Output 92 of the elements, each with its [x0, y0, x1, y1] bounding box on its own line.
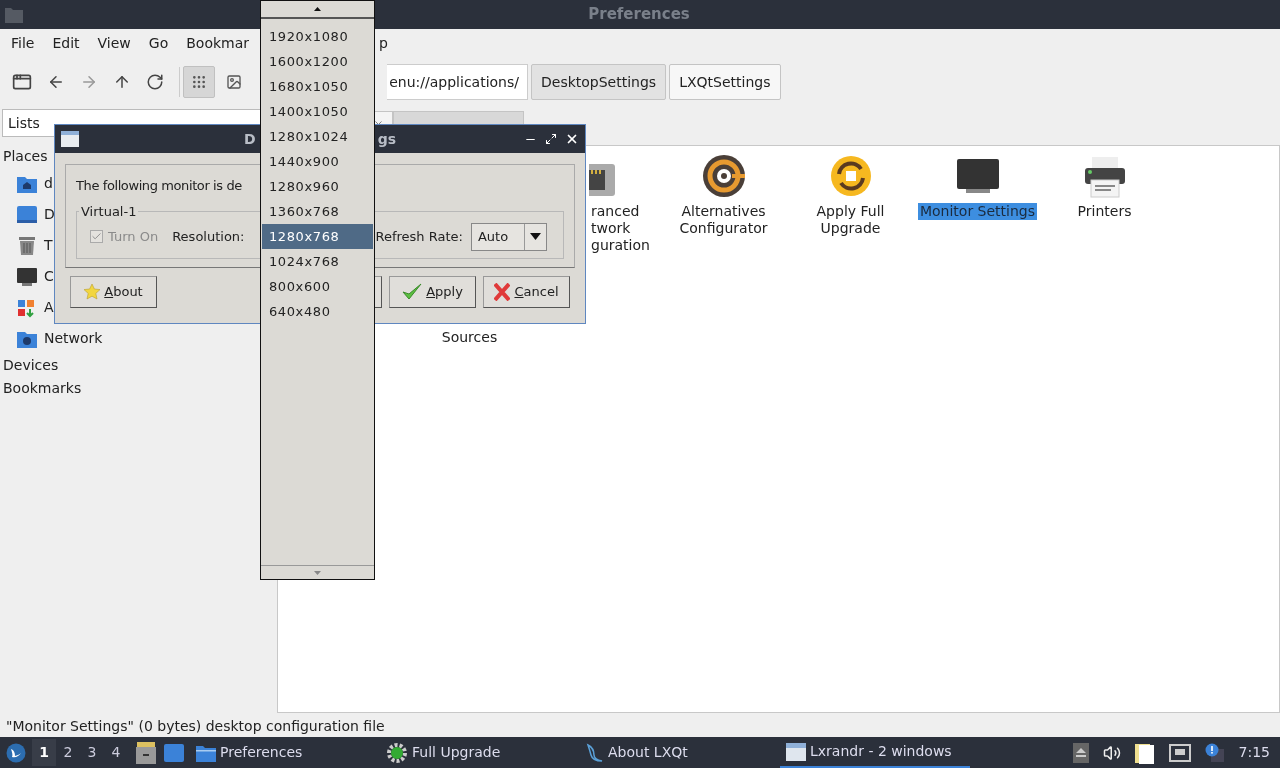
path-field[interactable]: enu://applications/: [387, 64, 528, 100]
checkmark-icon: [91, 231, 102, 242]
resolution-option[interactable]: 1360x768: [262, 199, 373, 224]
sidebar-item[interactable]: Network: [0, 323, 105, 354]
cross-icon: [494, 283, 511, 301]
notification-icon[interactable]: [1204, 742, 1225, 763]
sidebar-item[interactable]: d: [0, 168, 55, 199]
desktop-switch-button[interactable]: 1: [32, 739, 56, 766]
sidebar-item[interactable]: D: [0, 199, 57, 230]
resolution-option[interactable]: 1024x768: [262, 249, 373, 274]
refresh-rate-dropdown[interactable]: Auto: [470, 222, 547, 251]
taskbar-button[interactable]: Preferences: [190, 737, 380, 768]
window-title: Preferences: [588, 4, 690, 26]
menu-item[interactable]: View: [88, 32, 140, 54]
desktop-switch-button[interactable]: 3: [80, 739, 104, 766]
gear-icon: [386, 741, 408, 764]
network-icon[interactable]: [1168, 743, 1191, 762]
apply-button[interactable]: Apply: [389, 276, 476, 308]
icon-view-button[interactable]: [183, 66, 215, 98]
start-menu-icon[interactable]: [6, 742, 26, 763]
menu-item[interactable]: Bookmar: [177, 32, 259, 54]
dropdown-arrow-icon: [529, 233, 541, 240]
close-icon[interactable]: [565, 132, 579, 146]
taskbar-button[interactable]: About LXQt: [580, 737, 780, 768]
file-label[interactable]: Printers: [1075, 203, 1134, 220]
desktop-switch-button[interactable]: 2: [56, 739, 80, 766]
folder-icon: [5, 6, 23, 23]
sidebar-item[interactable]: C: [0, 261, 56, 292]
taskbar-button[interactable]: Full Upgrade: [380, 737, 580, 768]
resolution-option[interactable]: 640x480: [262, 299, 373, 324]
sidebar-section[interactable]: Devices: [0, 354, 62, 377]
window-icon: [786, 742, 806, 761]
file-label[interactable]: Sources: [439, 329, 500, 346]
sidebar-section[interactable]: Places: [0, 145, 51, 168]
resolution-option[interactable]: 1280x960: [262, 174, 373, 199]
path-button[interactable]: DesktopSettings: [531, 64, 667, 100]
grid-icon: [191, 74, 207, 90]
star-icon: [84, 284, 101, 300]
checkbox-label: Turn On: [108, 227, 159, 246]
new-tab-icon[interactable]: [12, 72, 32, 92]
resolution-option[interactable]: 800x600: [262, 274, 373, 299]
circle-logo-icon: [701, 154, 746, 198]
about-button[interactable]: About: [70, 276, 157, 308]
desktop-icon: [16, 204, 38, 225]
folder-icon: [196, 743, 216, 762]
monitor-icon: [16, 266, 38, 287]
path-button[interactable]: LXQtSettings: [669, 64, 781, 100]
sidebar-item[interactable]: T: [0, 230, 55, 261]
sidebar-section[interactable]: Bookmarks: [0, 377, 85, 400]
dialog-title: gs: [377, 129, 396, 149]
desktop-switch-button[interactable]: 4: [104, 739, 128, 766]
refresh-rate-label: Refresh Rate:: [375, 227, 463, 246]
window-icon: [61, 131, 79, 147]
clock[interactable]: 7:15: [1238, 742, 1270, 763]
down-arrow-icon: [314, 570, 321, 575]
message-text: The following monitor is de: [76, 177, 242, 195]
printer-icon: [1083, 156, 1126, 198]
sidebar-item[interactable]: A: [0, 292, 56, 323]
resolution-option[interactable]: 1280x1024: [262, 124, 373, 149]
taskbar-button[interactable]: Lxrandr - 2 windows: [780, 737, 970, 768]
menu-item[interactable]: Go: [139, 32, 178, 54]
resolution-option[interactable]: 1920x1080: [262, 24, 373, 49]
trash-icon: [16, 235, 38, 256]
clipboard-icon[interactable]: [1134, 741, 1155, 764]
eject-icon[interactable]: [1072, 742, 1089, 763]
up-arrow-icon: [314, 7, 321, 11]
menu-item[interactable]: File: [2, 32, 44, 54]
file-label[interactable]: Alternatives Configurator: [677, 203, 770, 237]
volume-icon[interactable]: [1102, 743, 1121, 762]
up-icon[interactable]: [113, 73, 131, 91]
resolution-option[interactable]: 1440x900: [262, 149, 373, 174]
bird-icon: [586, 742, 604, 763]
image-icon: [226, 74, 242, 90]
back-icon[interactable]: [47, 73, 65, 91]
resolution-option[interactable]: 1680x1050: [262, 74, 373, 99]
resolution-option[interactable]: 1600x1200: [262, 49, 373, 74]
menu-item[interactable]: Edit: [43, 32, 89, 54]
file-cabinet-icon[interactable]: [136, 741, 156, 764]
reload-icon[interactable]: [146, 73, 164, 91]
file-label[interactable]: Monitor Settings: [917, 203, 1038, 220]
refresh-arrows-icon: [828, 154, 873, 198]
desktop-icon[interactable]: [164, 743, 184, 762]
cancel-button[interactable]: Cancel: [483, 276, 570, 308]
check-icon: [402, 283, 423, 301]
file-label[interactable]: ranced twork guration: [589, 203, 652, 254]
status-text: "Monitor Settings" (0 bytes) desktop configuration file: [6, 717, 385, 736]
maximize-icon[interactable]: [545, 133, 557, 145]
resolution-label: Resolution:: [172, 227, 245, 246]
resolution-option[interactable]: 1400x1050: [262, 99, 373, 124]
network-card-icon: [589, 164, 617, 198]
file-label[interactable]: Apply Full Upgrade: [814, 203, 887, 237]
resolution-option[interactable]: 1280x768: [262, 224, 373, 249]
